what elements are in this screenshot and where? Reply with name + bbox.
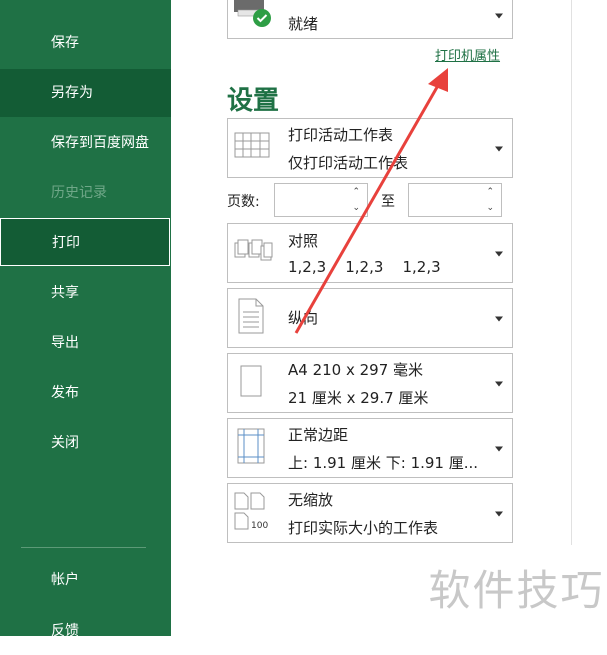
chevron-up-icon[interactable]: ⌃ bbox=[486, 187, 494, 197]
chevron-down-icon bbox=[495, 13, 503, 18]
chevron-down-icon bbox=[495, 251, 503, 257]
scaling-dropdown[interactable]: 100 无缩放 打印实际大小的工作表 bbox=[227, 483, 513, 543]
sidebar-item-save-to-baidu[interactable]: 保存到百度网盘 bbox=[0, 119, 171, 167]
print-what-subtitle: 仅打印活动工作表 bbox=[288, 154, 409, 172]
margins-title: 正常边距 bbox=[288, 426, 349, 444]
portrait-page-icon bbox=[237, 298, 265, 338]
sidebar-item-export[interactable]: 导出 bbox=[0, 319, 171, 367]
sidebar-item-publish[interactable]: 发布 bbox=[0, 369, 171, 417]
margins-subtitle: 上: 1.91 厘米 下: 1.91 厘... bbox=[288, 454, 479, 472]
chevron-down-icon bbox=[495, 511, 503, 517]
pages-to-stepper[interactable]: ⌃ ⌄ bbox=[408, 183, 502, 217]
sidebar-item-account[interactable]: 帐户 bbox=[0, 556, 171, 604]
collate-title: 对照 bbox=[288, 232, 319, 250]
scaling-subtitle: 打印实际大小的工作表 bbox=[288, 519, 439, 537]
sidebar-item-share[interactable]: 共享 bbox=[0, 269, 171, 317]
pages-from-stepper[interactable]: ⌃ ⌄ bbox=[274, 183, 368, 217]
chevron-down-icon[interactable]: ⌄ bbox=[352, 203, 360, 213]
chevron-down-icon bbox=[495, 446, 503, 452]
watermark-text: 软件技巧 bbox=[426, 546, 607, 636]
chevron-down-icon bbox=[495, 381, 503, 387]
paper-size-subtitle: 21 厘米 x 29.7 厘米 bbox=[288, 389, 429, 407]
orientation-dropdown[interactable]: 纵向 bbox=[227, 288, 513, 348]
paper-size-title: A4 210 x 297 毫米 bbox=[288, 361, 424, 379]
paper-size-dropdown[interactable]: A4 210 x 297 毫米 21 厘米 x 29.7 厘米 bbox=[227, 353, 513, 413]
sidebar-item-close[interactable]: 关闭 bbox=[0, 419, 171, 467]
sidebar-item-print[interactable]: 打印 bbox=[0, 218, 170, 266]
sidebar-item-feedback[interactable]: 反馈 bbox=[0, 607, 171, 655]
scaling-icon-label: 100 bbox=[251, 521, 268, 531]
preview-divider bbox=[571, 0, 572, 545]
backstage-sidebar: 保存 另存为 保存到百度网盘 历史记录 打印 共享 导出 发布 关闭 帐户 反馈 bbox=[0, 0, 171, 639]
chevron-down-icon bbox=[495, 316, 503, 322]
sidebar-item-save[interactable]: 保存 bbox=[0, 19, 171, 67]
printer-ready-icon bbox=[232, 0, 272, 32]
sidebar-divider bbox=[21, 547, 146, 548]
worksheet-grid-icon bbox=[234, 130, 272, 166]
pages-label: 页数: bbox=[227, 194, 260, 210]
paper-sheet-icon bbox=[240, 365, 262, 401]
printer-properties-link[interactable]: 打印机属性 bbox=[435, 45, 500, 64]
printer-dropdown[interactable]: 就绪 bbox=[227, 0, 513, 39]
collate-dropdown[interactable]: 对照 1,2,3 1,2,3 1,2,3 bbox=[227, 223, 513, 283]
chevron-down-icon bbox=[495, 146, 503, 152]
sidebar-item-save-as[interactable]: 另存为 bbox=[0, 69, 171, 117]
print-what-title: 打印活动工作表 bbox=[288, 126, 394, 144]
scaling-title: 无缩放 bbox=[288, 491, 334, 509]
chevron-up-icon[interactable]: ⌃ bbox=[352, 187, 360, 197]
no-scaling-icon: 100 bbox=[233, 491, 273, 535]
pages-to-label: 至 bbox=[381, 194, 395, 210]
settings-heading: 设置 bbox=[227, 86, 280, 116]
print-what-dropdown[interactable]: 打印活动工作表 仅打印活动工作表 bbox=[227, 118, 513, 178]
sidebar-item-history: 历史记录 bbox=[51, 185, 107, 201]
margins-dropdown[interactable]: 正常边距 上: 1.91 厘米 下: 1.91 厘... bbox=[227, 418, 513, 478]
printer-status: 就绪 bbox=[288, 15, 319, 33]
margins-icon bbox=[237, 428, 265, 468]
chevron-down-icon[interactable]: ⌄ bbox=[486, 203, 494, 213]
orientation-title: 纵向 bbox=[288, 309, 319, 327]
collate-pages-icon bbox=[234, 237, 274, 269]
collate-subtitle: 1,2,3 1,2,3 1,2,3 bbox=[288, 258, 441, 276]
